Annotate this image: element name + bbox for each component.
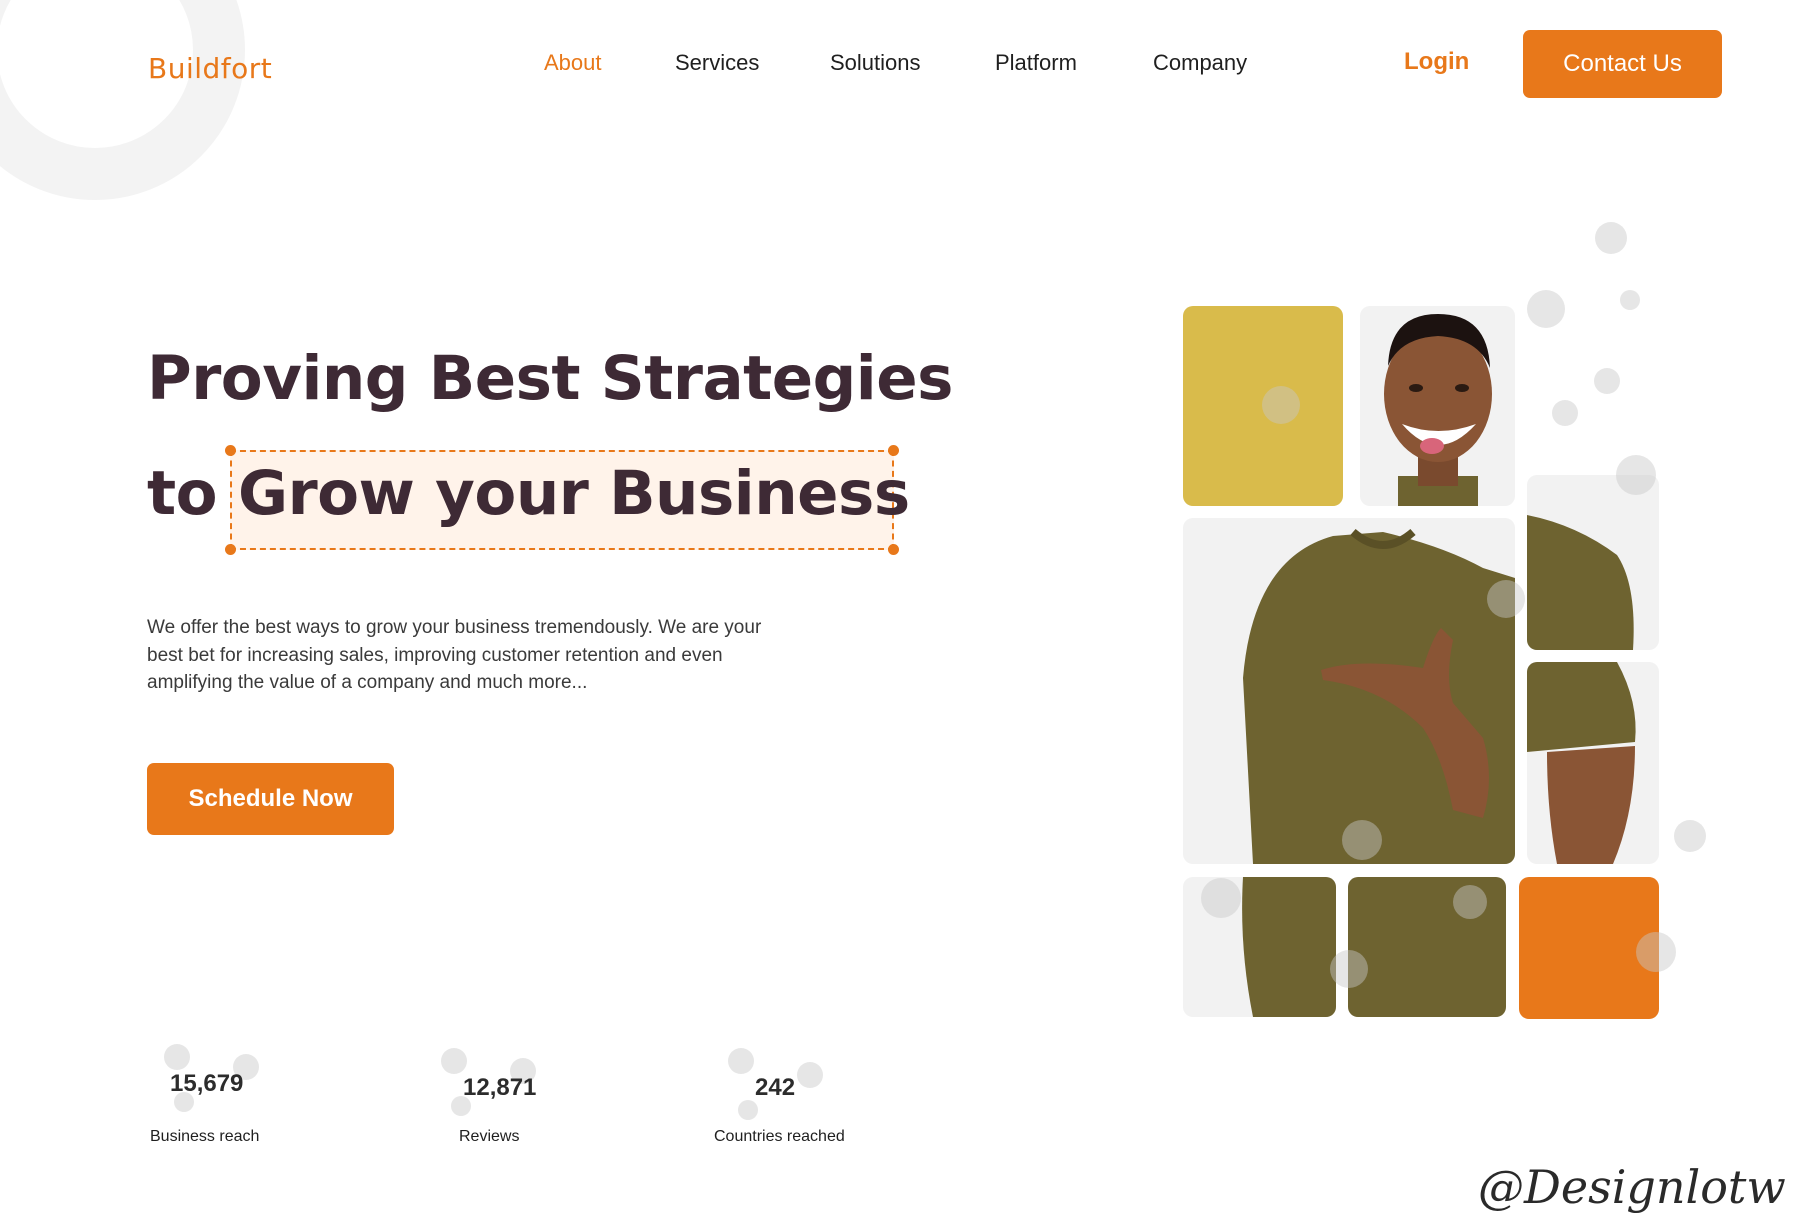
decorative-dot: [164, 1044, 190, 1070]
decorative-dot: [1527, 290, 1565, 328]
stat-label-reviews: Reviews: [459, 1128, 520, 1145]
decorative-dot: [1262, 386, 1300, 424]
decorative-dot: [1674, 820, 1706, 852]
nav-item-company[interactable]: Company: [1153, 50, 1247, 76]
stat-value-reviews: 12,871: [463, 1074, 537, 1101]
nav-item-services[interactable]: Services: [675, 50, 759, 76]
person-torso-image: [1243, 528, 1515, 864]
decorative-dot: [1453, 885, 1487, 919]
decorative-dot: [1487, 580, 1525, 618]
decorative-dot: [1330, 950, 1368, 988]
stat-label-business-reach: Business reach: [150, 1128, 260, 1145]
headline-line-1: Proving Best Strategies: [147, 343, 953, 414]
collage-tile-face: [1360, 306, 1515, 506]
decorative-dot: [1342, 820, 1382, 860]
decorative-dot: [441, 1048, 467, 1074]
contact-us-button[interactable]: Contact Us: [1523, 30, 1722, 98]
headline-line-2-prefix: to: [147, 458, 218, 529]
decorative-dot: [797, 1062, 823, 1088]
decorative-dot: [1201, 878, 1241, 918]
decorative-dot: [728, 1048, 754, 1074]
decorative-dot: [1616, 455, 1656, 495]
decorative-dot: [1552, 400, 1578, 426]
stat-value-business-reach: 15,679: [170, 1070, 244, 1097]
decorative-dot: [1594, 368, 1620, 394]
person-arm-image: [1527, 662, 1636, 864]
designer-watermark: @Designlotw: [1478, 1160, 1786, 1214]
headline-highlight-text: Grow your Business: [238, 458, 910, 529]
selection-handle: [888, 445, 899, 456]
stat-value-countries: 242: [755, 1074, 796, 1101]
decorative-ring: [0, 0, 245, 200]
decorative-dot: [1620, 290, 1640, 310]
decorative-dot: [1595, 222, 1627, 254]
collage-tile-arm: [1527, 662, 1659, 864]
collage-tile-shoulder: [1527, 475, 1659, 650]
schedule-now-button[interactable]: Schedule Now: [147, 763, 394, 835]
selection-handle: [888, 544, 899, 555]
decorative-dot: [1636, 932, 1676, 972]
brand-logo[interactable]: Buildfort: [148, 52, 272, 85]
person-face-image: [1384, 314, 1492, 506]
nav-item-about[interactable]: About: [544, 50, 602, 76]
login-link[interactable]: Login: [1404, 48, 1469, 76]
collage-tile-torso: [1183, 518, 1515, 864]
hero-description: We offer the best ways to grow your busi…: [147, 617, 762, 693]
nav-item-solutions[interactable]: Solutions: [830, 50, 921, 76]
selection-handle: [225, 445, 236, 456]
decorative-dot: [738, 1100, 758, 1120]
selection-handle: [225, 544, 236, 555]
person-shoulder-image: [1527, 515, 1634, 650]
nav-item-platform[interactable]: Platform: [995, 50, 1077, 76]
stat-label-countries: Countries reached: [714, 1128, 845, 1145]
